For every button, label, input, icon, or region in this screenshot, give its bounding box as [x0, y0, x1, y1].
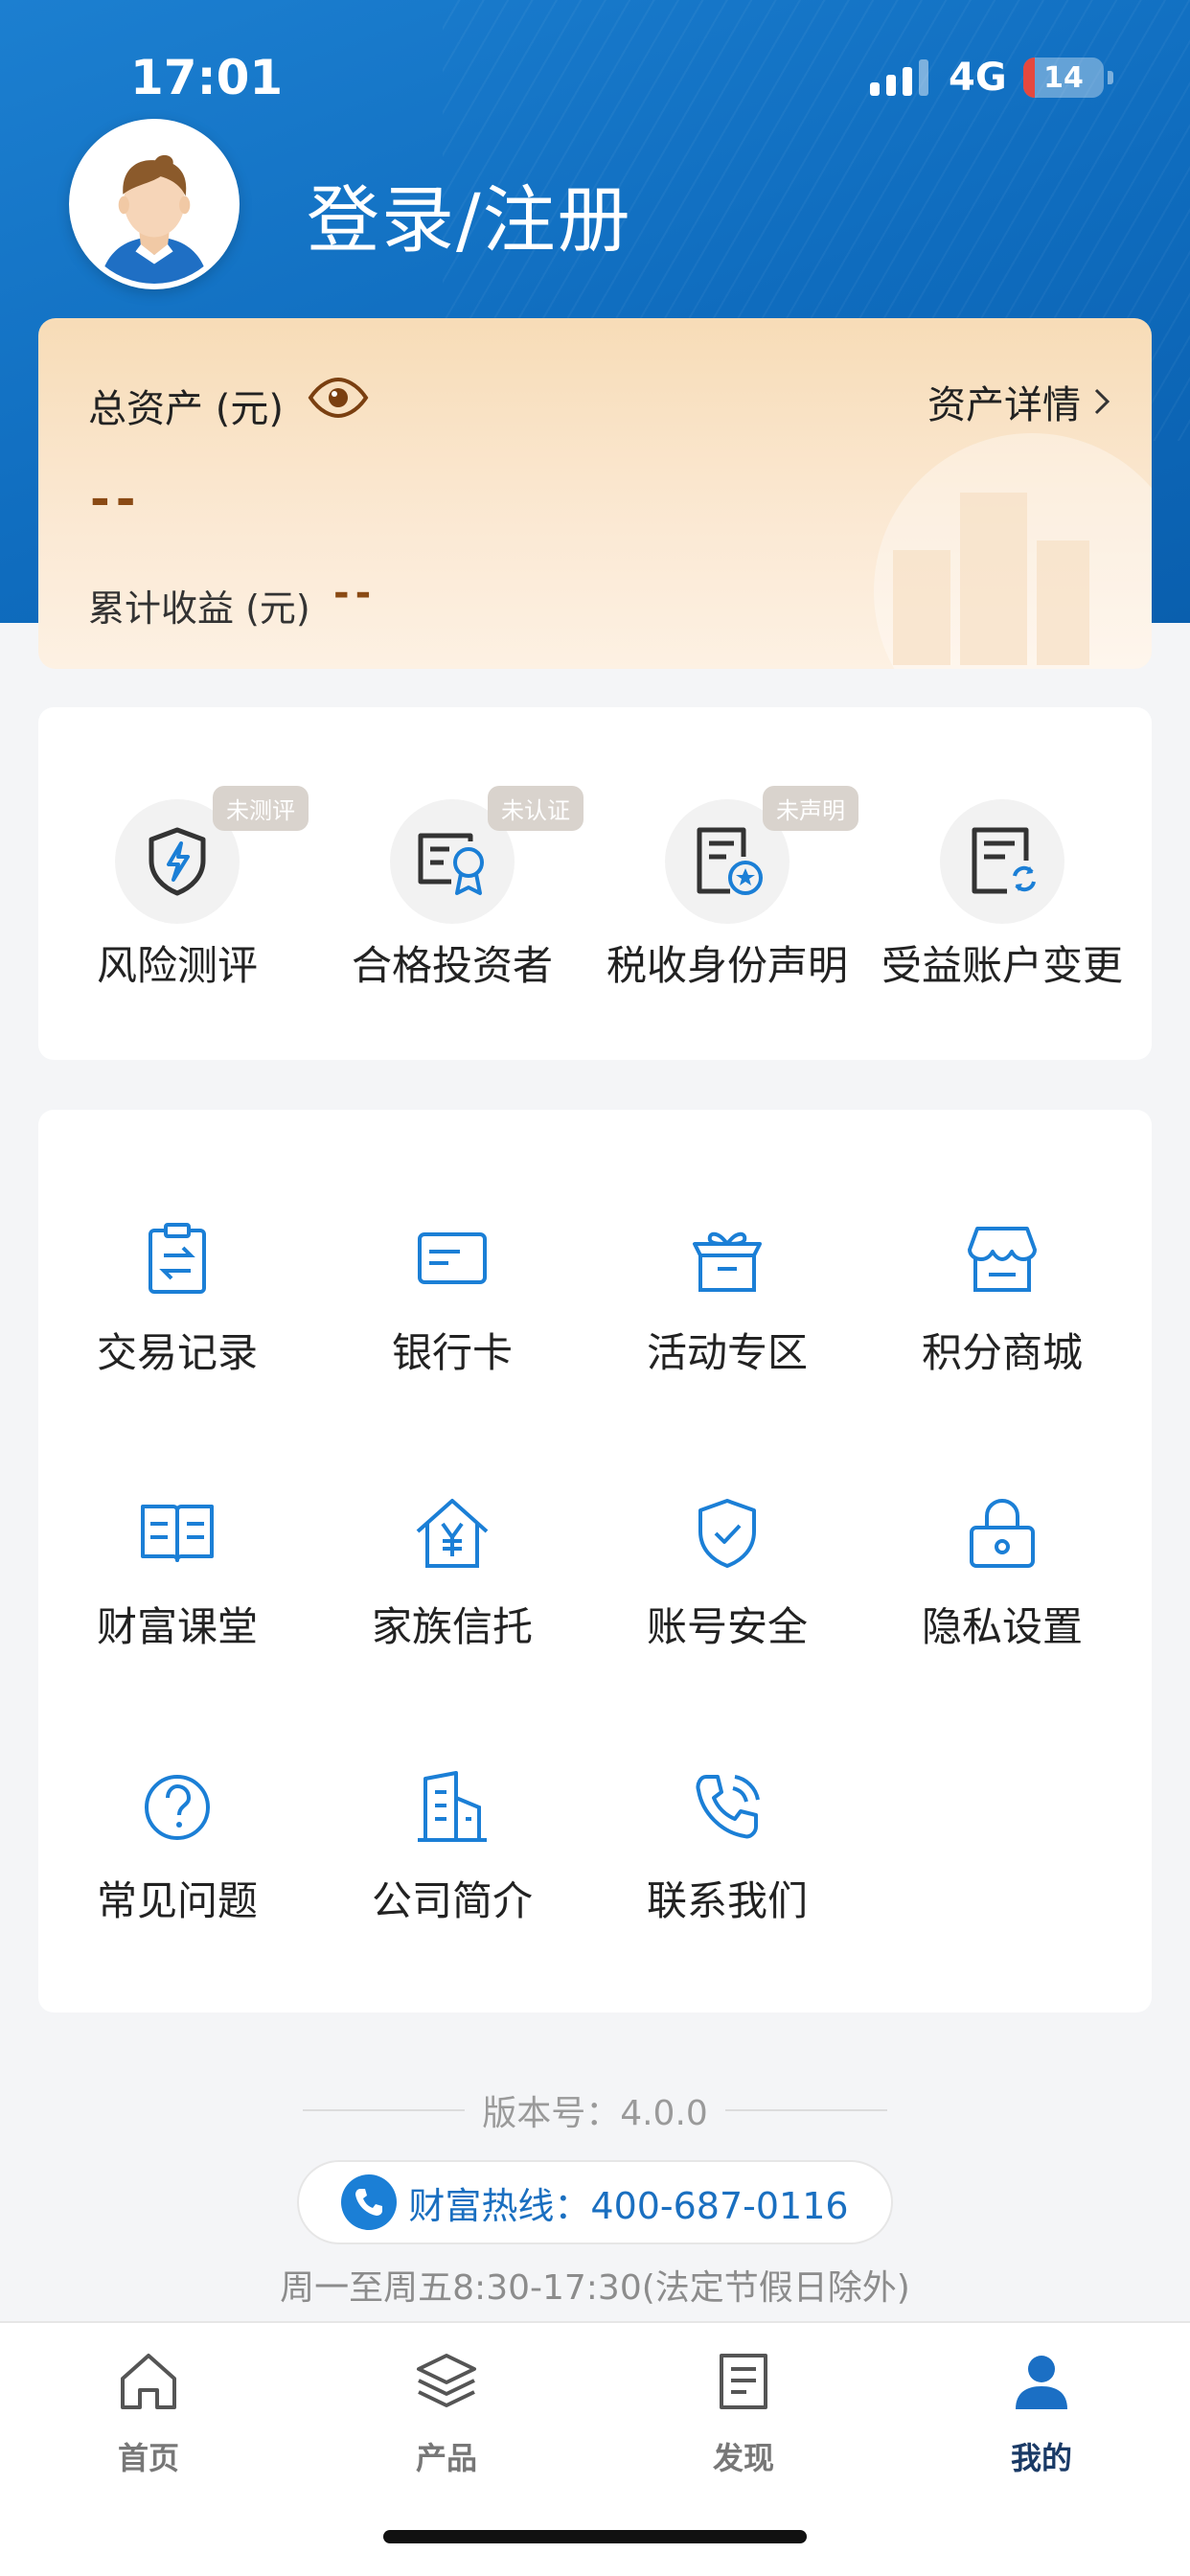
menu-item-points-mall[interactable]: 积分商城: [863, 1221, 1141, 1413]
document-refresh-icon: [972, 827, 1036, 894]
eye-icon[interactable]: [307, 376, 370, 420]
battery-level: 14: [1043, 60, 1084, 95]
tab-mine[interactable]: 我的: [893, 2350, 1190, 2494]
menu-item-transaction-records[interactable]: 交易记录: [38, 1221, 316, 1413]
signal-icon: [870, 59, 928, 96]
menu-item-faq[interactable]: 常见问题: [38, 1769, 316, 1961]
layers-icon: [417, 2354, 476, 2407]
menu-item-privacy-settings[interactable]: 隐私设置: [863, 1495, 1141, 1687]
tab-label: 首页: [117, 2440, 179, 2476]
home-indicator: [383, 2530, 807, 2543]
quick-item-beneficiary-change[interactable]: 受益账户变更: [863, 707, 1141, 1060]
quick-item-label: 受益账户变更: [881, 942, 1123, 989]
tab-label: 我的: [1010, 2440, 1072, 2476]
menu-item-label: 常见问题: [96, 1877, 258, 1924]
clipboard-transfer-icon: [149, 1223, 206, 1294]
menu-item-contact-us[interactable]: 联系我们: [588, 1769, 866, 1961]
tab-products[interactable]: 产品: [298, 2350, 595, 2494]
gift-box-icon: [693, 1231, 762, 1292]
status-badge: 未测评: [213, 786, 309, 831]
menu-item-label: 公司简介: [371, 1877, 533, 1924]
tab-home[interactable]: 首页: [0, 2350, 297, 2494]
login-register-link[interactable]: 登录/注册: [307, 161, 632, 266]
menu-item-family-trust[interactable]: 家族信托: [313, 1495, 591, 1687]
quick-item-label: 合格投资者: [351, 942, 553, 989]
hotline-text: 财富热线：400-687-0116: [408, 2184, 849, 2227]
network-label: 4G: [949, 56, 1007, 100]
cumulative-income-label: 累计收益 (元): [88, 587, 310, 630]
menu-item-account-security[interactable]: 账号安全: [588, 1495, 866, 1687]
menu-item-label: 联系我们: [646, 1877, 808, 1924]
version-row: 版本号：4.0.0: [303, 2082, 888, 2139]
version-text: 版本号：4.0.0: [482, 2094, 708, 2133]
tab-label: 产品: [415, 2440, 477, 2476]
phone-circle-icon: [341, 2174, 398, 2230]
quick-item-qualified-investor[interactable]: 未认证 合格投资者: [313, 707, 591, 1060]
status-time: 17:01: [130, 50, 284, 105]
cumulative-income-value: --: [333, 571, 378, 615]
menu-item-label: 交易记录: [96, 1329, 258, 1376]
avatar-person-icon: [75, 125, 234, 284]
status-badge: 未声明: [763, 786, 858, 831]
house-yen-icon: [416, 1499, 489, 1568]
menu-item-label: 积分商城: [921, 1329, 1083, 1376]
phone-icon: [696, 1775, 760, 1839]
document-star-icon: [697, 827, 763, 895]
menu-item-company-profile[interactable]: 公司简介: [313, 1769, 591, 1961]
avatar[interactable]: [69, 119, 240, 289]
handset-icon: [355, 2189, 383, 2216]
battery-tip: [1108, 71, 1113, 84]
shield-lightning-icon: [149, 827, 206, 896]
certificate-icon: [418, 833, 484, 895]
divider: [303, 2109, 466, 2111]
user-icon: [1016, 2356, 1067, 2409]
menu-item-label: 银行卡: [391, 1329, 513, 1376]
total-assets-value: --: [90, 472, 142, 527]
menu-item-label: 财富课堂: [96, 1603, 258, 1650]
menu-item-bank-card[interactable]: 银行卡: [313, 1221, 591, 1413]
asset-card: 总资产 (元) 资产详情 -- 累计收益 (元) --: [38, 318, 1152, 669]
shield-check-icon: [698, 1499, 756, 1568]
service-hours: 周一至周五8:30-17:30(法定节假日除外): [280, 2268, 910, 2308]
asset-details-label: 资产详情: [927, 383, 1081, 427]
hotline-button[interactable]: 财富热线：400-687-0116: [297, 2160, 893, 2244]
status-badge: 未认证: [488, 786, 584, 831]
menu-item-label: 活动专区: [646, 1329, 808, 1376]
asset-details-link[interactable]: 资产详情: [927, 374, 1111, 429]
quick-item-label: 风险测评: [96, 942, 258, 989]
home-icon: [121, 2354, 176, 2409]
store-icon: [968, 1227, 1037, 1292]
quick-actions-card: 未测评 风险测评 未认证 合格投资者 未声明 税收身份声明 受益账户变更: [38, 707, 1152, 1060]
menu-item-label: 隐私设置: [921, 1603, 1083, 1650]
building-decor-icon: [893, 493, 1089, 665]
lock-icon: [970, 1498, 1035, 1568]
quick-item-label: 税收身份声明: [606, 942, 848, 989]
divider: [724, 2109, 888, 2111]
building-icon: [418, 1771, 487, 1842]
open-book-icon: [141, 1505, 214, 1562]
menu-item-activity-zone[interactable]: 活动专区: [588, 1221, 866, 1413]
menu-item-wealth-class[interactable]: 财富课堂: [38, 1495, 316, 1687]
tab-label: 发现: [712, 2440, 774, 2476]
quick-item-risk-assessment[interactable]: 未测评 风险测评: [38, 707, 316, 1060]
service-menu-card: 交易记录 银行卡 活动专区 积分商城 财富课堂 家族信托 账号安全 隐私设置 常…: [38, 1110, 1152, 2012]
bank-card-icon: [418, 1232, 487, 1284]
question-icon: [145, 1775, 210, 1840]
document-list-icon: [720, 2354, 767, 2409]
menu-item-label: 家族信托: [371, 1603, 533, 1650]
total-assets-label: 总资产 (元): [88, 387, 284, 431]
battery-icon: 14: [1023, 58, 1104, 98]
quick-item-tax-declaration[interactable]: 未声明 税收身份声明: [588, 707, 866, 1060]
tab-discover[interactable]: 发现: [595, 2350, 892, 2494]
menu-item-label: 账号安全: [646, 1603, 808, 1650]
chevron-right-icon: [1094, 388, 1110, 415]
